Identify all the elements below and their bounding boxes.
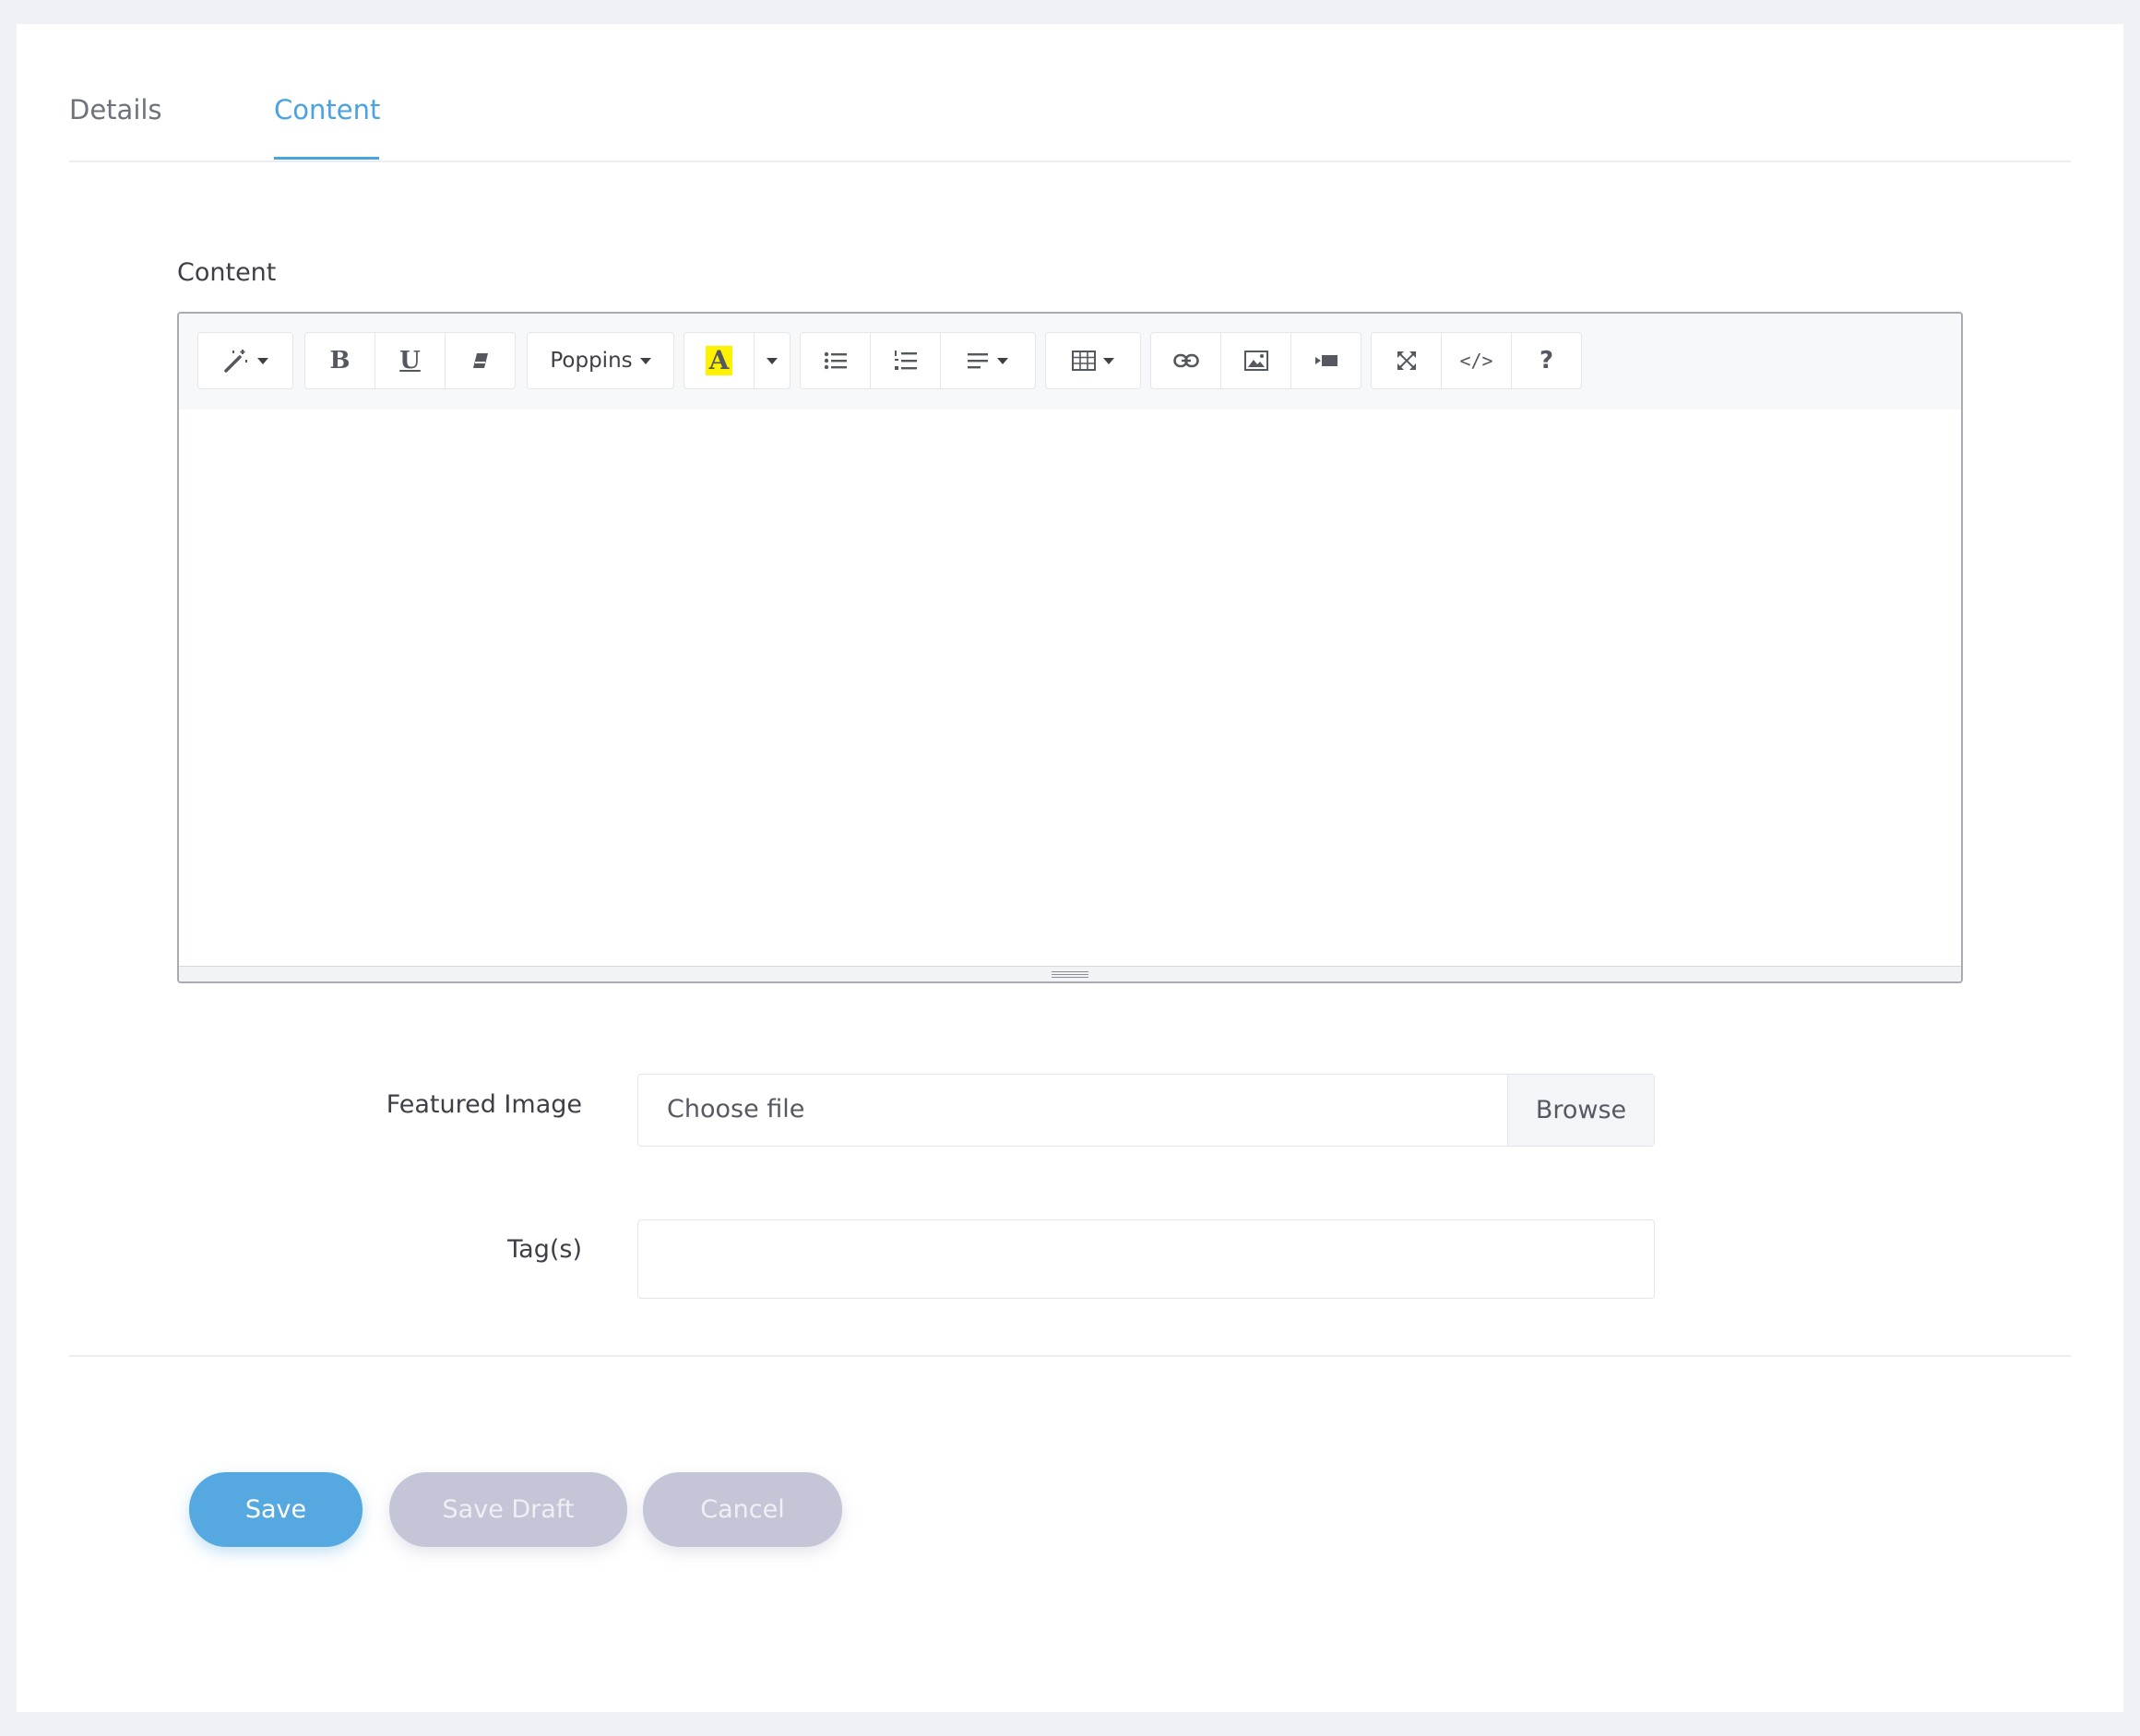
color-dropdown-button[interactable]: [755, 333, 790, 388]
picture-icon: [1243, 351, 1268, 371]
chevron-down-icon: [997, 357, 1008, 364]
eraser-icon: [472, 353, 488, 368]
form-divider: [69, 1355, 2071, 1357]
code-view-icon: </>: [1459, 350, 1493, 372]
clear-format-button[interactable]: [446, 333, 515, 388]
insert-video-button[interactable]: [1291, 333, 1361, 388]
paragraph-group: [800, 332, 1036, 389]
editor-content-area[interactable]: [179, 410, 1961, 963]
tab-bar: Details Content: [69, 24, 2071, 162]
font-style-group: B U: [304, 332, 516, 389]
magic-wand-icon: [224, 350, 247, 373]
underline-button[interactable]: U: [375, 333, 446, 388]
help-icon: ?: [1539, 347, 1554, 375]
view-group: </> ?: [1371, 332, 1582, 389]
chevron-down-icon: [639, 357, 651, 364]
color-group: A: [684, 332, 791, 389]
save-draft-button[interactable]: Save Draft: [389, 1472, 627, 1547]
insert-picture-button[interactable]: [1221, 333, 1291, 388]
tab-details[interactable]: Details: [69, 94, 162, 125]
link-icon: [1172, 353, 1199, 368]
tags-input[interactable]: [637, 1219, 1655, 1299]
form-card: Details Content Content B U Poppins A </…: [17, 24, 2123, 1712]
chevron-down-icon: [767, 357, 778, 364]
tags-label: Tag(s): [507, 1235, 582, 1264]
style-dropdown-button[interactable]: [198, 333, 292, 388]
editor-resize-handle[interactable]: [179, 966, 1961, 981]
help-button[interactable]: ?: [1512, 333, 1581, 388]
active-tab-indicator: [274, 157, 379, 160]
file-input-placeholder: Choose file: [667, 1095, 805, 1124]
unordered-list-icon: [824, 351, 847, 370]
save-button[interactable]: Save: [189, 1472, 363, 1547]
featured-image-label: Featured Image: [386, 1090, 582, 1119]
insert-group: [1150, 332, 1361, 389]
chevron-down-icon: [257, 357, 268, 364]
content-label: Content: [177, 258, 277, 287]
ordered-list-icon: [894, 351, 917, 370]
bold-button[interactable]: B: [305, 333, 375, 388]
table-dropdown-button[interactable]: [1046, 333, 1140, 388]
featured-image-file-input[interactable]: Choose file Browse: [637, 1074, 1655, 1147]
align-dropdown-button[interactable]: [941, 333, 1035, 388]
browse-button[interactable]: Browse: [1507, 1075, 1654, 1146]
font-family-select[interactable]: Poppins: [528, 333, 673, 388]
code-view-button[interactable]: </>: [1442, 333, 1512, 388]
insert-link-button[interactable]: [1151, 333, 1221, 388]
tab-content[interactable]: Content: [274, 94, 380, 125]
grip-icon: [1052, 969, 1088, 978]
table-group: [1045, 332, 1141, 389]
bold-icon: B: [329, 347, 351, 375]
editor-toolbar: B U Poppins A </> ?: [179, 314, 1961, 410]
rich-text-editor: B U Poppins A </> ?: [177, 312, 1963, 983]
fullscreen-button[interactable]: [1372, 333, 1442, 388]
align-icon: [968, 353, 988, 369]
style-group: [197, 332, 293, 389]
ordered-list-button[interactable]: [871, 333, 941, 388]
video-icon: [1314, 355, 1338, 366]
chevron-down-icon: [1103, 357, 1114, 364]
highlight-color-button[interactable]: A: [684, 333, 755, 388]
font-family-group: Poppins: [527, 332, 674, 389]
unordered-list-button[interactable]: [801, 333, 871, 388]
fullscreen-icon: [1397, 351, 1416, 370]
table-icon: [1072, 351, 1096, 371]
underline-icon: U: [399, 347, 421, 375]
cancel-button[interactable]: Cancel: [643, 1472, 842, 1547]
font-family-label: Poppins: [550, 349, 633, 373]
highlight-color-icon: A: [705, 346, 733, 375]
